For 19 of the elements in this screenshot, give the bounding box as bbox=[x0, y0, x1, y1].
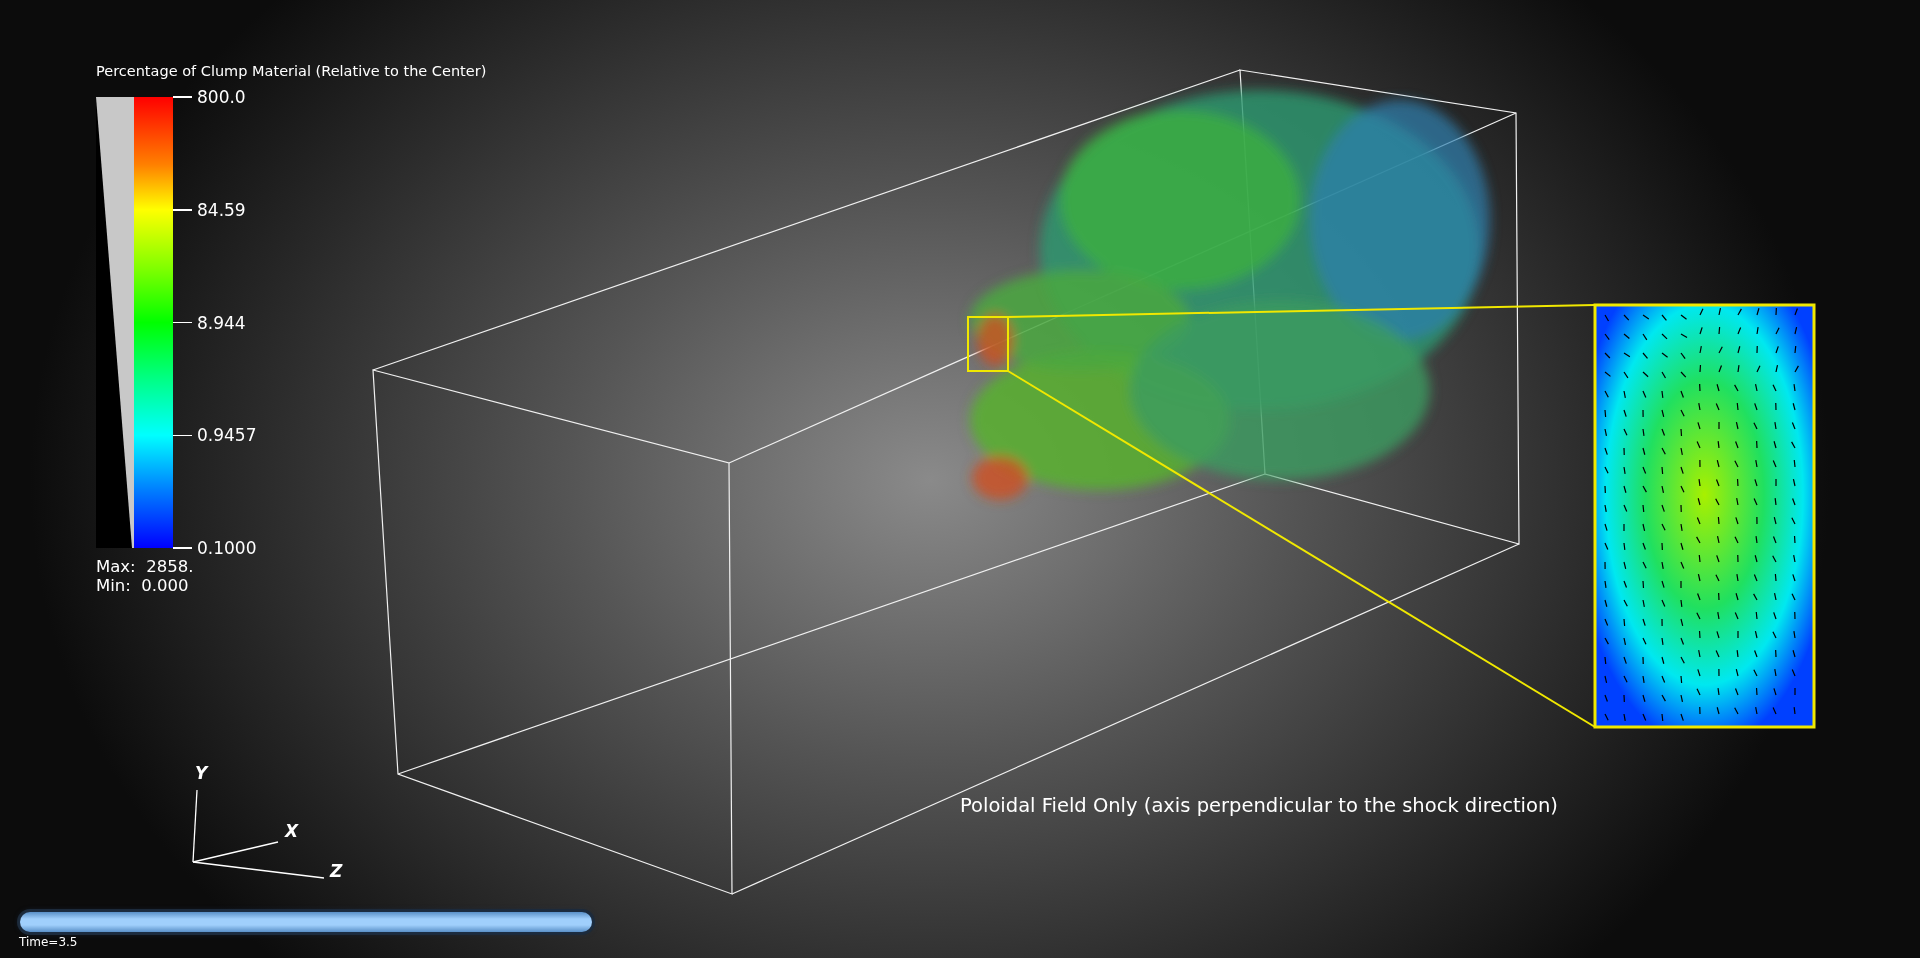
tick-mark bbox=[173, 434, 192, 436]
x-axis-label: X bbox=[285, 821, 299, 841]
tick-label: 0.9457 bbox=[197, 425, 257, 446]
tick-mark bbox=[173, 96, 192, 98]
max-label: Max: 2858. bbox=[96, 557, 194, 576]
min-label: Min: 0.000 bbox=[96, 576, 190, 595]
y-axis-label: Y bbox=[195, 763, 208, 783]
tick-mark bbox=[173, 321, 192, 324]
opacity-ramp-icon bbox=[96, 97, 134, 548]
tick-mark bbox=[173, 209, 192, 211]
tick-mark bbox=[173, 547, 192, 549]
z-axis-label: Z bbox=[330, 861, 343, 881]
tick-label: 800.0 bbox=[197, 87, 246, 107]
tick-label: 0.1000 bbox=[197, 538, 257, 558]
legend-title: Percentage of Clump Material (Relative to the Center) bbox=[96, 63, 487, 79]
tick-label: 84.59 bbox=[197, 199, 246, 220]
caption: Poloidal Field Only (axis perpendicular to the shock direction) bbox=[960, 794, 1558, 817]
time-label: Time=3.5 bbox=[19, 935, 78, 949]
tick-label: 8.944 bbox=[197, 312, 246, 333]
